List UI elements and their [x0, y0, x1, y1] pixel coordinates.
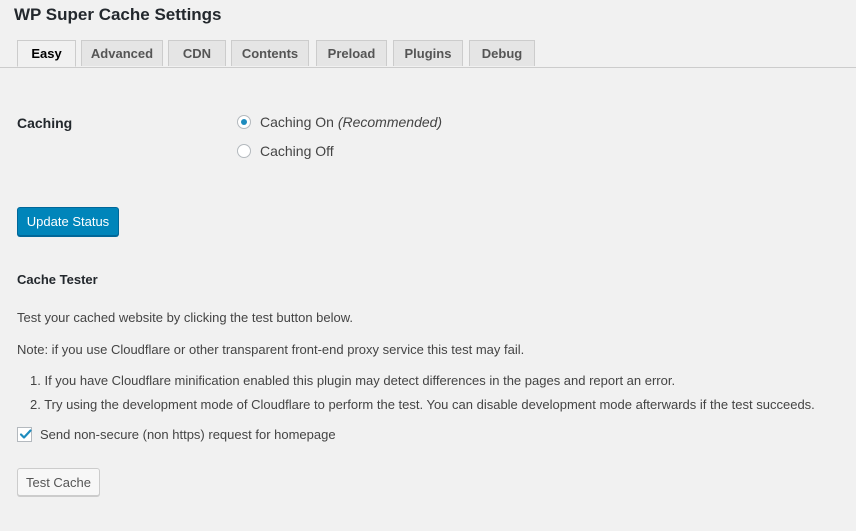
non-secure-request-option[interactable]: Send non-secure (non https) request for …: [17, 427, 336, 442]
checkmark-icon: [19, 429, 32, 439]
tab-contents[interactable]: Contents: [231, 40, 309, 66]
list-item: 1. If you have Cloudflare minification e…: [30, 373, 676, 388]
caching-on-option[interactable]: Caching On (Recommended): [237, 114, 442, 130]
cache-tester-intro: Test your cached website by clicking the…: [17, 310, 354, 325]
non-secure-request-checkbox[interactable]: [17, 427, 32, 442]
settings-page: WP Super Cache Settings Easy Advanced CD…: [0, 0, 856, 531]
page-title: WP Super Cache Settings: [14, 5, 222, 24]
tab-cdn[interactable]: CDN: [168, 40, 226, 66]
caching-label: Caching: [17, 115, 73, 131]
test-cache-button[interactable]: Test Cache: [17, 468, 100, 496]
caching-off-radio[interactable]: [237, 144, 251, 158]
non-secure-request-label: Send non-secure (non https) request for …: [40, 427, 336, 442]
tab-easy[interactable]: Easy: [17, 40, 76, 67]
recommended-note: (Recommended): [337, 114, 443, 130]
list-item: 2. Try using the development mode of Clo…: [30, 397, 815, 412]
tab-debug[interactable]: Debug: [469, 40, 535, 66]
tab-advanced[interactable]: Advanced: [81, 40, 163, 66]
caching-on-radio[interactable]: [237, 115, 251, 129]
update-status-button[interactable]: Update Status: [17, 207, 119, 236]
cache-tester-heading: Cache Tester: [17, 272, 98, 287]
tab-bar: Easy Advanced CDN Contents Preload Plugi…: [0, 40, 856, 68]
tab-preload[interactable]: Preload: [316, 40, 387, 66]
caching-off-option[interactable]: Caching Off: [237, 143, 334, 159]
caching-on-label: Caching On: [260, 114, 334, 130]
caching-off-label: Caching Off: [260, 143, 334, 159]
tab-plugins[interactable]: Plugins: [393, 40, 463, 66]
cache-tester-note: Note: if you use Cloudflare or other tra…: [17, 342, 525, 357]
